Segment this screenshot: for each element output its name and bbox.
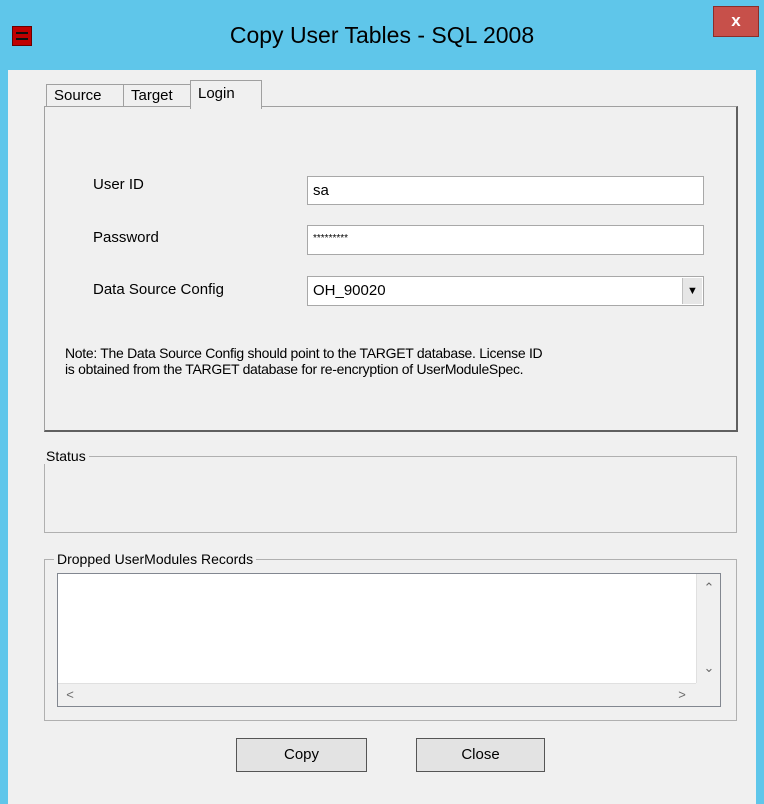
- dialog-window: Copy User Tables - SQL 2008 x Source Tar…: [0, 0, 764, 804]
- tab-login[interactable]: Login: [190, 80, 262, 109]
- note-line-2: is obtained from the TARGET database for…: [65, 361, 524, 377]
- scroll-right-icon[interactable]: >: [672, 687, 692, 702]
- password-label: Password: [93, 229, 159, 246]
- dropped-records-group-title: Dropped UserModules Records: [54, 551, 257, 567]
- tab-target[interactable]: Target: [123, 84, 194, 107]
- data-source-config-label: Data Source Config: [93, 281, 224, 298]
- password-input[interactable]: *********: [307, 225, 704, 255]
- user-id-input[interactable]: sa: [307, 176, 704, 205]
- status-group: Status: [43, 448, 737, 533]
- scroll-up-icon[interactable]: ⌃: [699, 580, 719, 596]
- window-title: Copy User Tables - SQL 2008: [229, 22, 535, 48]
- vertical-scrollbar[interactable]: ⌃ ⌄: [696, 574, 720, 684]
- data-source-config-value: OH_90020: [313, 282, 386, 299]
- scroll-left-icon[interactable]: <: [60, 687, 80, 702]
- scroll-down-icon[interactable]: ⌄: [699, 660, 719, 676]
- title-bar[interactable]: Copy User Tables - SQL 2008 x: [0, 0, 764, 70]
- close-window-button[interactable]: x: [713, 6, 759, 37]
- user-id-label: User ID: [93, 176, 144, 193]
- login-tab-panel: [44, 106, 738, 432]
- chevron-down-icon[interactable]: ▼: [682, 278, 702, 304]
- status-group-title: Status: [43, 448, 89, 464]
- copy-button[interactable]: Copy: [236, 738, 367, 772]
- dropped-records-list[interactable]: ⌃ ⌄ < >: [57, 573, 721, 707]
- tab-source[interactable]: Source: [46, 84, 129, 107]
- note-text: Note: The Data Source Config should poin…: [65, 345, 730, 377]
- close-button[interactable]: Close: [416, 738, 545, 772]
- horizontal-scrollbar[interactable]: < >: [58, 683, 697, 706]
- note-line-1: Note: The Data Source Config should poin…: [65, 345, 543, 361]
- scrollbar-corner: [696, 683, 720, 706]
- data-source-config-select[interactable]: OH_90020 ▼: [307, 276, 704, 306]
